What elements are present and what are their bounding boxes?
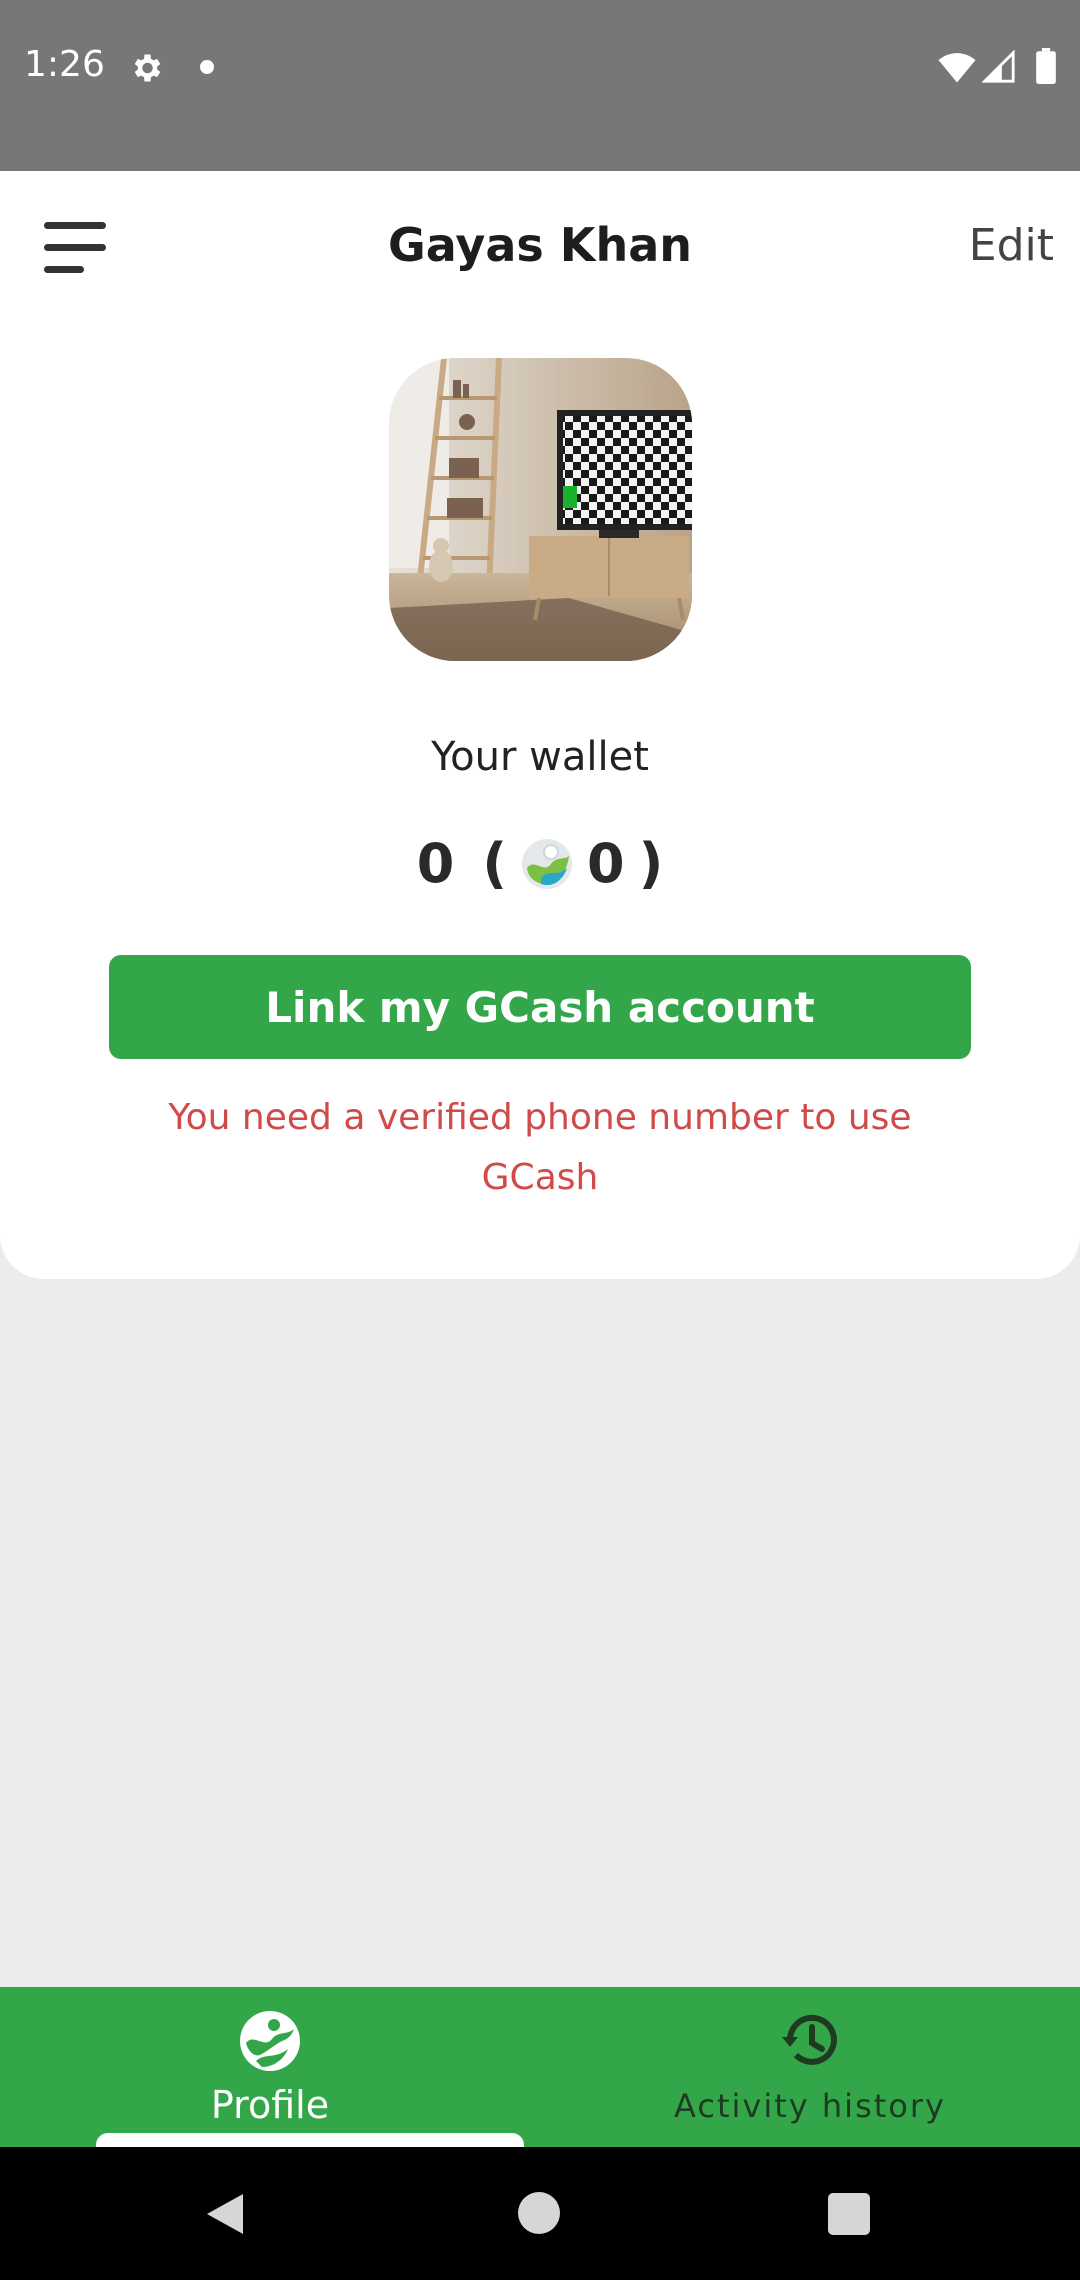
edit-button[interactable]: Edit — [969, 220, 1054, 271]
page-title: Gayas Khan — [388, 218, 692, 272]
gcash-coin-icon — [522, 838, 572, 889]
home-icon[interactable] — [518, 2192, 560, 2234]
wifi-icon — [938, 53, 976, 83]
wallet-label: Your wallet — [431, 734, 649, 780]
battery-icon — [1036, 48, 1056, 84]
paren-close: ) — [638, 832, 664, 895]
coin-balance-value: 0 — [587, 832, 625, 895]
phone-verification-warning: You need a verified phone number to use … — [168, 1097, 912, 1198]
wallet-balance-value: 0 — [416, 832, 455, 895]
back-icon[interactable] — [205, 2192, 245, 2236]
link-gcash-button[interactable]: Link my GCash account — [109, 955, 971, 1059]
tab-profile-label: Profile — [210, 2083, 330, 2127]
recents-icon[interactable] — [828, 2193, 870, 2235]
signal-icon — [982, 50, 1015, 83]
settings-gear-icon — [134, 54, 161, 82]
tab-activity-history-label: Activity history — [674, 2087, 946, 2125]
history-clock-icon — [782, 2014, 837, 2065]
status-time: 1:26 — [24, 44, 105, 85]
bottom-nav: Profile Activity history — [0, 1987, 1080, 2147]
notification-dot-icon — [200, 60, 214, 74]
tab-activity-history[interactable]: Activity history — [540, 1987, 1080, 2147]
hamburger-menu-icon[interactable] — [40, 220, 110, 276]
paren-open: ( — [482, 832, 507, 895]
room-with-tv-photo — [389, 358, 692, 661]
status-bar: 1:26 — [0, 0, 1080, 171]
avatar[interactable] — [389, 358, 692, 661]
tab-profile[interactable]: Profile — [0, 1987, 540, 2147]
profile-globe-icon — [240, 2011, 300, 2071]
wallet-balance: 0 ( 0 ) — [0, 832, 1080, 895]
